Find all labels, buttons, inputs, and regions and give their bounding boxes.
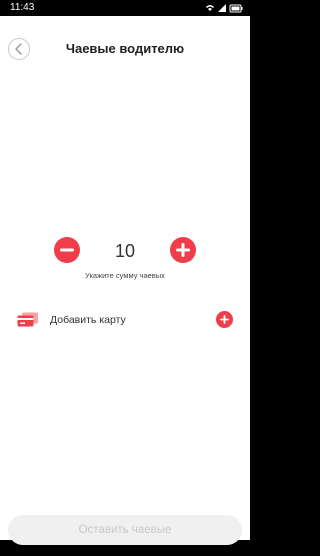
battery-icon (229, 4, 243, 13)
tip-screen: Чаевые водителю 10 Укажите сумму чаевых … (0, 16, 250, 545)
signal-icon (218, 4, 226, 12)
add-card-button[interactable] (216, 311, 233, 328)
increase-tip-button[interactable] (170, 237, 196, 263)
submit-tip-button[interactable]: Оставить чаевые (8, 515, 242, 545)
status-time: 11:43 (10, 2, 35, 13)
status-bar: 11:43 (0, 0, 250, 16)
add-card-label[interactable]: Добавить карту (50, 314, 126, 326)
plus-icon (176, 243, 190, 257)
page-title: Чаевые водителю (65, 41, 185, 56)
wifi-icon (206, 5, 214, 11)
minus-icon (60, 248, 74, 252)
plus-icon (220, 315, 229, 324)
tip-hint: Укажите сумму чаевых (85, 271, 165, 280)
tip-amount[interactable]: 10 (90, 241, 160, 262)
decrease-tip-button[interactable] (54, 237, 80, 263)
status-icons (206, 4, 243, 13)
credit-card-icon (17, 312, 38, 327)
